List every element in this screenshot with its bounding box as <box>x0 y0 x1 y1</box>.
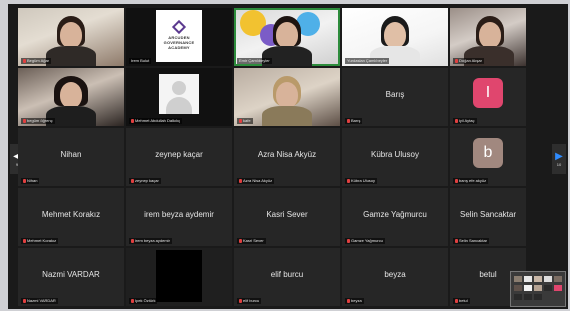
participant-name-label: Doğan Akşar <box>453 58 484 64</box>
participant-grid: Begüm Ağar ARCUDEN GOVERNANCE ACADEMY Irem… <box>18 8 558 308</box>
muted-mic-icon <box>239 238 242 243</box>
participant-name-label: Azra Nisa Akyüz <box>237 178 275 184</box>
muted-mic-icon <box>23 178 26 183</box>
participant-tile[interactable]: Gamze Yağmurcu Gamze Yağmurcu <box>342 188 448 246</box>
participant-name-label: Emir Çamlıbeyler <box>237 58 272 64</box>
participant-tile-active-speaker[interactable]: Emir Çamlıbeyler <box>234 8 340 66</box>
participant-name-label: Gamze Yağmurcu <box>345 238 385 244</box>
zoom-gallery-screen: ◀ 9 ▶ 10 Begüm Ağar ARCUDEN GOVERNANCE ACA… <box>8 4 568 309</box>
participant-name-label: Kübra Ulusoy <box>345 178 378 184</box>
participant-name-label: barış efe akyüz <box>453 178 489 184</box>
participant-display-name: Kasri Sever <box>266 210 308 219</box>
participant-name-label: Kasri Sever <box>237 238 266 244</box>
participant-tile[interactable]: I iyil Aytaç <box>450 68 526 126</box>
muted-mic-icon <box>23 238 26 243</box>
academy-logo: ARCUDEN GOVERNANCE ACADEMY <box>156 10 202 62</box>
participant-tile[interactable]: kafe <box>234 68 340 126</box>
participant-name-label: Yurdaslan Çamlıbeyler <box>345 58 390 64</box>
self-view-thumbnail[interactable] <box>510 271 566 307</box>
participant-tile[interactable]: Nihan Nihan <box>18 128 124 186</box>
participant-tile[interactable]: Ipek Öztürk <box>126 248 232 306</box>
participant-tile[interactable]: elif burcu elif burcu <box>234 248 340 306</box>
participant-name-label: Begüm Ağar <box>21 58 52 64</box>
participant-avatar: b <box>473 138 503 168</box>
muted-mic-icon <box>239 178 242 183</box>
participant-name-label: Mehmet Korakız <box>21 238 59 244</box>
participant-tile[interactable]: Nazmi VARDAR Nazmi VARDAR <box>18 248 124 306</box>
muted-mic-icon <box>239 298 242 303</box>
participant-tile[interactable]: Azra Nisa Akyüz Azra Nisa Akyüz <box>234 128 340 186</box>
participant-display-name: Kübra Ulusoy <box>370 150 420 159</box>
muted-mic-icon <box>455 58 458 63</box>
muted-mic-icon <box>347 298 350 303</box>
muted-mic-icon <box>23 298 26 303</box>
participant-name-label: Selin Sancaktar <box>453 238 490 244</box>
participant-name-label: Nazmi VARDAR <box>21 298 58 304</box>
participant-tile[interactable]: begüm öğrenç <box>18 68 124 126</box>
participant-name-label: Nihan <box>21 178 40 184</box>
muted-mic-icon <box>23 58 26 63</box>
participant-name-label: iyil Aytaç <box>453 118 477 124</box>
participant-name-label: elif burcu <box>237 298 262 304</box>
participant-name-label: betul <box>453 298 470 304</box>
participant-name-label: Irem Bulut <box>129 58 152 64</box>
muted-mic-icon <box>455 238 458 243</box>
participant-name-label: beyza <box>345 298 364 304</box>
participant-display-name: Gamze Yağmurcu <box>363 210 427 219</box>
muted-mic-icon <box>455 118 458 123</box>
muted-mic-icon <box>347 238 350 243</box>
participant-name-label: irem beyza aydemir <box>129 238 172 244</box>
participant-name-label: Barış <box>345 118 363 124</box>
participant-display-name: Azra Nisa Akyüz <box>257 150 317 159</box>
participant-display-name: beyza <box>384 270 406 279</box>
muted-mic-icon <box>23 118 26 123</box>
muted-mic-icon <box>347 178 350 183</box>
participant-display-name: irem beyza aydemir <box>144 210 214 219</box>
participant-tile[interactable]: Doğan Akşar <box>450 8 526 66</box>
participant-display-name: zeynep kaçar <box>155 150 203 159</box>
participant-display-name: Mehmet Korakız <box>41 210 101 219</box>
academy-logo-icon <box>171 19 187 35</box>
muted-mic-icon <box>239 118 242 123</box>
participant-name-label: Ipek Öztürk <box>129 298 158 304</box>
muted-mic-icon <box>455 298 458 303</box>
participant-tile[interactable]: ARCUDEN GOVERNANCE ACADEMY Irem Bulut <box>126 8 232 66</box>
participant-tile[interactable]: Barış Barış <box>342 68 448 126</box>
participant-name-label: Mehmet Abdullah Dalkılıç <box>129 118 183 124</box>
participant-display-name: Nihan <box>60 150 82 159</box>
participant-display-name: Selin Sancaktar <box>459 210 517 219</box>
participant-tile[interactable]: Kasri Sever Kasri Sever <box>234 188 340 246</box>
participant-tile[interactable]: zeynep kaçar zeynep kaçar <box>126 128 232 186</box>
participant-name-label: kafe <box>237 118 253 124</box>
muted-mic-icon <box>131 178 134 183</box>
participant-tile[interactable]: Yurdaslan Çamlıbeyler <box>342 8 448 66</box>
muted-mic-icon <box>131 118 134 123</box>
participant-tile[interactable]: Kübra Ulusoy Kübra Ulusoy <box>342 128 448 186</box>
participant-tile[interactable]: Mehmet Abdullah Dalkılıç <box>126 68 232 126</box>
muted-mic-icon <box>131 238 134 243</box>
participant-name-label: zeynep kaçar <box>129 178 161 184</box>
participant-avatar: I <box>473 78 503 108</box>
participant-tile[interactable]: Begüm Ağar <box>18 8 124 66</box>
participant-tile[interactable]: Mehmet Korakız Mehmet Korakız <box>18 188 124 246</box>
participant-name-label: begüm öğrenç <box>21 118 55 124</box>
muted-mic-icon <box>131 298 134 303</box>
participant-tile[interactable]: irem beyza aydemir irem beyza aydemir <box>126 188 232 246</box>
participant-video-off <box>156 250 202 302</box>
participant-display-name: Nazmi VARDAR <box>42 270 100 279</box>
participant-tile[interactable]: b barış efe akyüz <box>450 128 526 186</box>
muted-mic-icon <box>347 118 350 123</box>
participant-display-name: elif burcu <box>270 270 304 279</box>
muted-mic-icon <box>455 178 458 183</box>
participant-display-name: Barış <box>385 90 405 99</box>
participant-tile[interactable]: Selin Sancaktar Selin Sancaktar <box>450 188 526 246</box>
participant-tile[interactable]: beyza beyza <box>342 248 448 306</box>
default-profile-picture <box>159 74 199 114</box>
